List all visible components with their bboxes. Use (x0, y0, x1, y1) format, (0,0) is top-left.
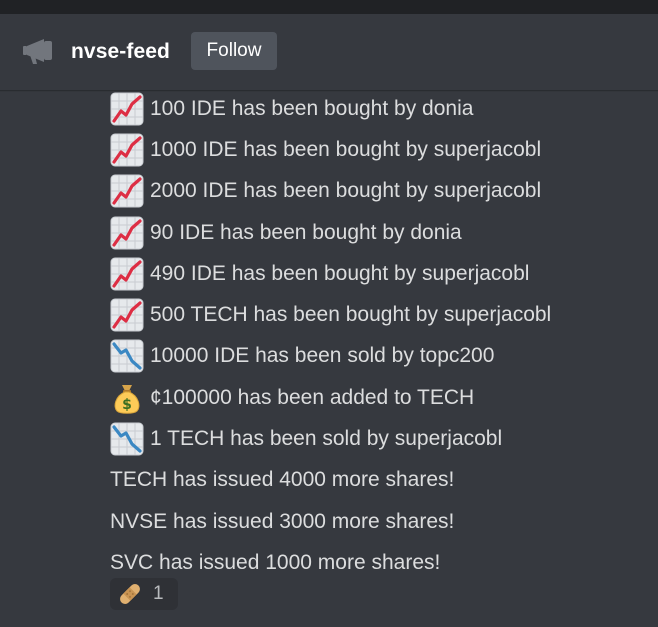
feed-message: 2000 IDE has been bought by superjacobl (110, 171, 650, 212)
message-text: SVC has issued 1000 more shares! (110, 550, 441, 574)
feed-message: 490 IDE has been bought by superjacobl (110, 253, 650, 294)
message-list: 100 IDE has been bought by donia 1000 IDE… (110, 88, 650, 584)
message-text: 90 IDE has been bought by donia (150, 220, 462, 244)
feed-message: 1 TECH has been sold by superjacobl (110, 418, 650, 459)
channel-header: nvse-feed Follow (0, 14, 658, 90)
announcement-megaphone-icon (23, 39, 52, 64)
message-text: 500 TECH has been bought by superjacobl (150, 303, 552, 327)
bandage-icon (120, 584, 140, 604)
window-top-strip (0, 0, 658, 14)
svg-text:$: $ (122, 397, 132, 413)
feed-message: 100 IDE has been bought by donia (110, 88, 650, 129)
message-text: 2000 IDE has been bought by superjacobl (150, 179, 542, 203)
money-bag-icon: $ (110, 381, 150, 415)
message-text: 100 IDE has been bought by donia (150, 96, 474, 120)
feed-message: SVC has issued 1000 more shares! (110, 542, 650, 583)
message-text: 1 TECH has been sold by superjacobl (150, 427, 503, 451)
chart-increasing-icon (110, 298, 150, 332)
message-text: ¢100000 has been added to TECH (150, 385, 475, 409)
chart-decreasing-icon (110, 339, 150, 373)
feed-message: NVSE has issued 3000 more shares! (110, 501, 650, 542)
chart-increasing-icon (110, 174, 150, 208)
chart-decreasing-icon (110, 422, 150, 456)
message-text: NVSE has issued 3000 more shares! (110, 509, 455, 533)
follow-button[interactable]: Follow (191, 32, 277, 70)
message-text: 10000 IDE has been sold by topc200 (150, 344, 495, 368)
feed-message: 500 TECH has been bought by superjacobl (110, 294, 650, 335)
feed-message: 10000 IDE has been sold by topc200 (110, 336, 650, 377)
feed-message: 90 IDE has been bought by donia (110, 212, 650, 253)
message-text: 490 IDE has been bought by superjacobl (150, 261, 530, 285)
feed-message: TECH has issued 4000 more shares! (110, 460, 650, 501)
chart-increasing-icon (110, 92, 150, 126)
channel-name: nvse-feed (71, 40, 170, 63)
reaction-button[interactable]: 1 (110, 578, 178, 610)
chart-increasing-icon (110, 133, 150, 167)
reaction-count: 1 (153, 583, 164, 604)
message-text: 1000 IDE has been bought by superjacobl (150, 137, 542, 161)
feed-message: $ ¢100000 has been added to TECH (110, 377, 650, 418)
feed-message: 1000 IDE has been bought by superjacobl (110, 129, 650, 170)
chart-increasing-icon (110, 216, 150, 250)
message-text: TECH has issued 4000 more shares! (110, 468, 455, 492)
chart-increasing-icon (110, 257, 150, 291)
